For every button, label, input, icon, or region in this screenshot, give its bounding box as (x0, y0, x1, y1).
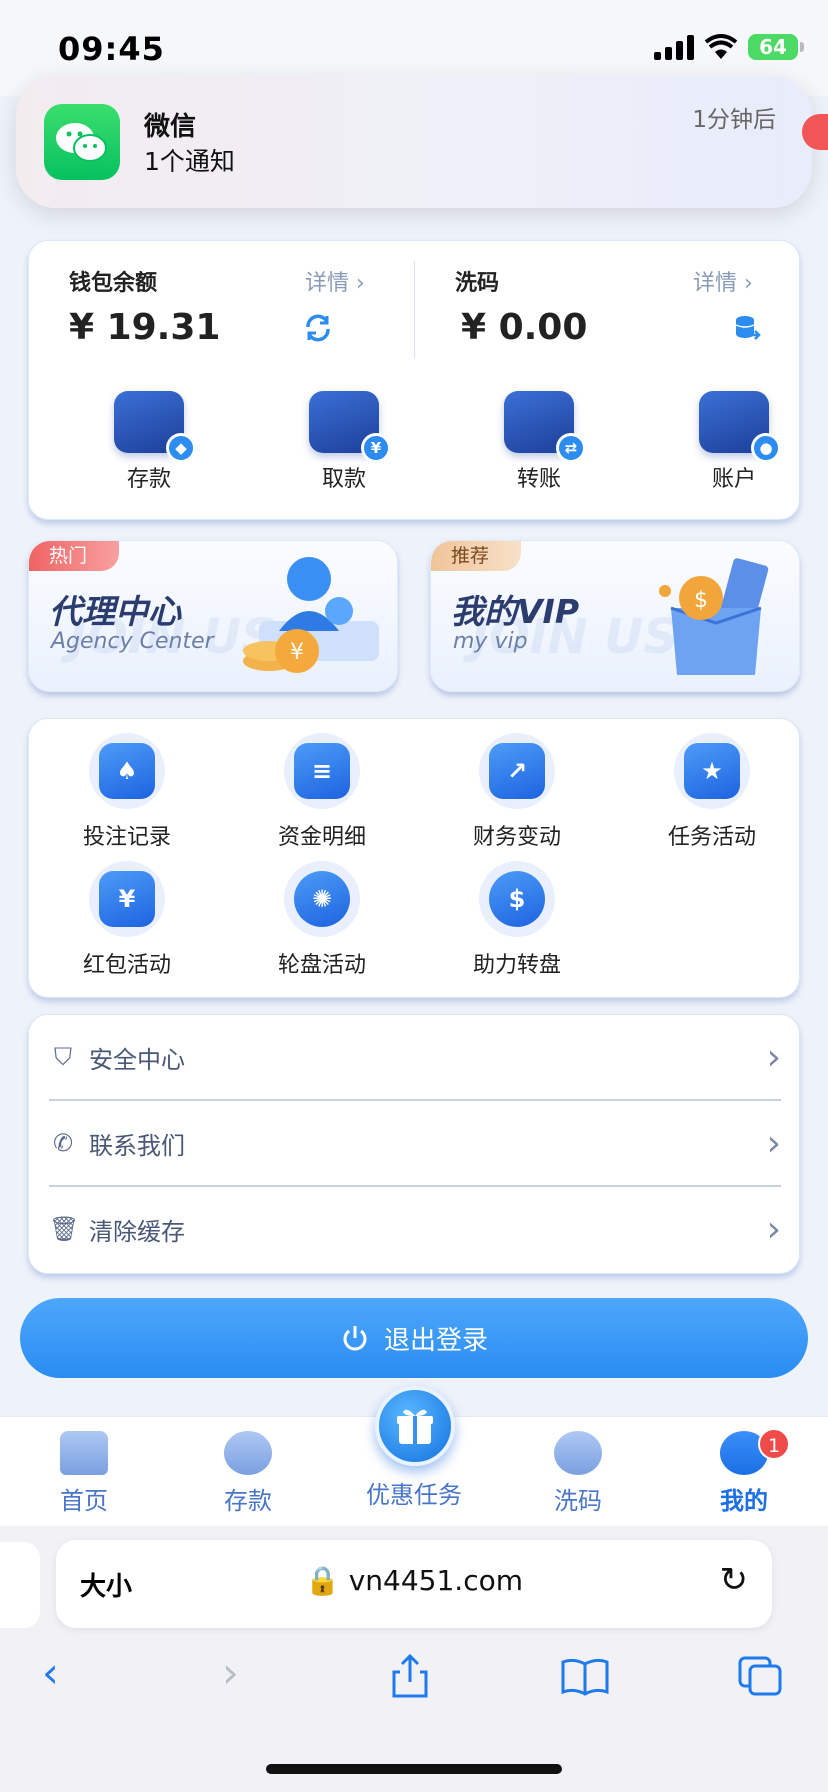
tabs-icon[interactable] (736, 1654, 784, 1698)
account-icon: ● (699, 391, 781, 463)
balance-detail-link[interactable]: 详情 › (305, 265, 365, 297)
forward-icon[interactable]: › (222, 1648, 239, 1697)
agency-center-subtitle: Agency Center (51, 629, 214, 654)
address-bar[interactable]: 大小 🔒 vn4451.com ↻ (56, 1540, 772, 1628)
action-account[interactable]: ● 账户 (674, 391, 794, 493)
share-icon[interactable] (388, 1652, 432, 1700)
star-calendar-icon: ★ (674, 733, 750, 809)
chevron-right-icon: › (766, 1036, 781, 1078)
chevron-right-icon: › (766, 1208, 781, 1250)
trend-chart-icon: ↗ (479, 733, 555, 809)
notification-badge: 1 (758, 1428, 790, 1460)
finance-changes-item[interactable]: ↗ 财务变动 (437, 733, 597, 851)
back-icon[interactable]: ‹ (42, 1648, 59, 1697)
wallet-icon: ◆ (114, 391, 196, 463)
wallet-divider (414, 261, 415, 359)
trash-icon: 🗑 (49, 1215, 80, 1243)
feature-grid: ♠ 投注记录 ≡ 资金明细 ↗ 财务变动 ★ 任务活动 ¥ 红包活动 ✺ 轮盘活… (28, 718, 800, 998)
spade-notebook-icon: ♠ (89, 733, 165, 809)
tab-deposit[interactable]: 存款 (188, 1431, 308, 1516)
tab-wash[interactable]: 洗码 (518, 1431, 638, 1516)
wash-refresh-icon (554, 1431, 602, 1475)
previous-tab-preview[interactable] (0, 1542, 40, 1628)
wash-label: 洗码 (455, 271, 500, 296)
balance-amount: ¥ 19.31 (69, 307, 221, 348)
status-icons: 64 (654, 34, 804, 60)
menu-security-center[interactable]: ⛉ 安全中心 › (49, 1015, 781, 1099)
task-activity-item[interactable]: ★ 任务活动 (632, 733, 792, 851)
logout-button[interactable]: 退出登录 (20, 1298, 808, 1378)
vip-box-icon: $ (659, 558, 769, 675)
home-icon (60, 1431, 108, 1475)
bet-records-item[interactable]: ♠ 投注记录 (47, 733, 207, 851)
notification-title: 微信 (144, 112, 197, 142)
settings-list: ⛉ 安全中心 › ✆ 联系我们 › 🗑 清除缓存 › (28, 1014, 800, 1274)
deposit-icon (224, 1431, 272, 1475)
cellular-signal-icon (654, 34, 694, 60)
fund-details-item[interactable]: ≡ 资金明细 (242, 733, 402, 851)
agency-center-title: 代理中心 (49, 592, 181, 631)
refresh-icon[interactable] (303, 313, 333, 343)
tab-home[interactable]: 首页 (24, 1431, 144, 1516)
wheel-activity-item[interactable]: ✺ 轮盘活动 (242, 861, 402, 979)
status-time: 09:45 (58, 30, 165, 68)
svg-text:¥: ¥ (290, 640, 304, 665)
hot-tag: 热门 (29, 541, 119, 571)
wash-detail-link[interactable]: 详情 › (693, 265, 753, 297)
globe-wheel-icon: $ (479, 861, 555, 937)
wechat-icon (44, 104, 120, 180)
svg-text:$: $ (694, 588, 708, 613)
red-packet-item[interactable]: ¥ 红包活动 (47, 861, 207, 979)
my-vip-banner[interactable]: 推荐 JOIN US 我的VIP my vip $ (430, 540, 800, 692)
balance-label: 钱包余额 (69, 271, 158, 296)
bookmarks-icon[interactable] (560, 1656, 610, 1696)
wash-amount: ¥ 0.00 (461, 307, 588, 348)
wallet-card: 钱包余额 详情 › ¥ 19.31 洗码 详情 › ¥ 0.00 ◆ 存款 ¥ … (28, 240, 800, 520)
coins-stack-icon[interactable] (733, 313, 761, 343)
wheel-icon: ✺ (284, 861, 360, 937)
recommend-tag: 推荐 (431, 541, 521, 571)
notification-banner[interactable]: 微信 1个通知 1分钟后 (16, 76, 812, 208)
card-icon: ¥ (309, 391, 391, 463)
ledger-icon: ≡ (284, 733, 360, 809)
power-icon (343, 1326, 367, 1351)
transfer-icon: ⇄ (504, 391, 586, 463)
notification-time: 1分钟后 (692, 107, 776, 133)
shield-icon: ⛉ (54, 1043, 72, 1071)
action-deposit[interactable]: ◆ 存款 (89, 391, 209, 493)
url-text: 🔒 vn4451.com (304, 1564, 524, 1597)
agency-illustration-icon: ¥ (243, 557, 379, 673)
action-transfer[interactable]: ⇄ 转账 (479, 391, 599, 493)
menu-clear-cache[interactable]: 🗑 清除缓存 › (49, 1187, 781, 1271)
chevron-right-icon: › (766, 1122, 781, 1164)
gift-icon[interactable] (375, 1386, 455, 1466)
action-withdraw[interactable]: ¥ 取款 (284, 391, 404, 493)
menu-contact-us[interactable]: ✆ 联系我们 › (49, 1101, 781, 1185)
assist-wheel-item[interactable]: $ 助力转盘 (437, 861, 597, 979)
red-packet-icon: ¥ (89, 861, 165, 937)
agency-center-banner[interactable]: 热门 JOIN US 代理中心 Agency Center ¥ (28, 540, 398, 692)
phone-icon: ✆ (52, 1129, 74, 1157)
notification-body: 1个通知 (144, 147, 235, 176)
home-indicator (266, 1764, 562, 1774)
my-vip-title: 我的VIP (451, 592, 580, 631)
battery-icon: 64 (748, 34, 804, 60)
my-vip-subtitle: my vip (453, 629, 528, 654)
reload-icon[interactable]: ↻ (720, 1560, 749, 1600)
tab-promo-tasks[interactable]: 优惠任务 (354, 1475, 474, 1510)
wifi-icon (704, 34, 738, 59)
